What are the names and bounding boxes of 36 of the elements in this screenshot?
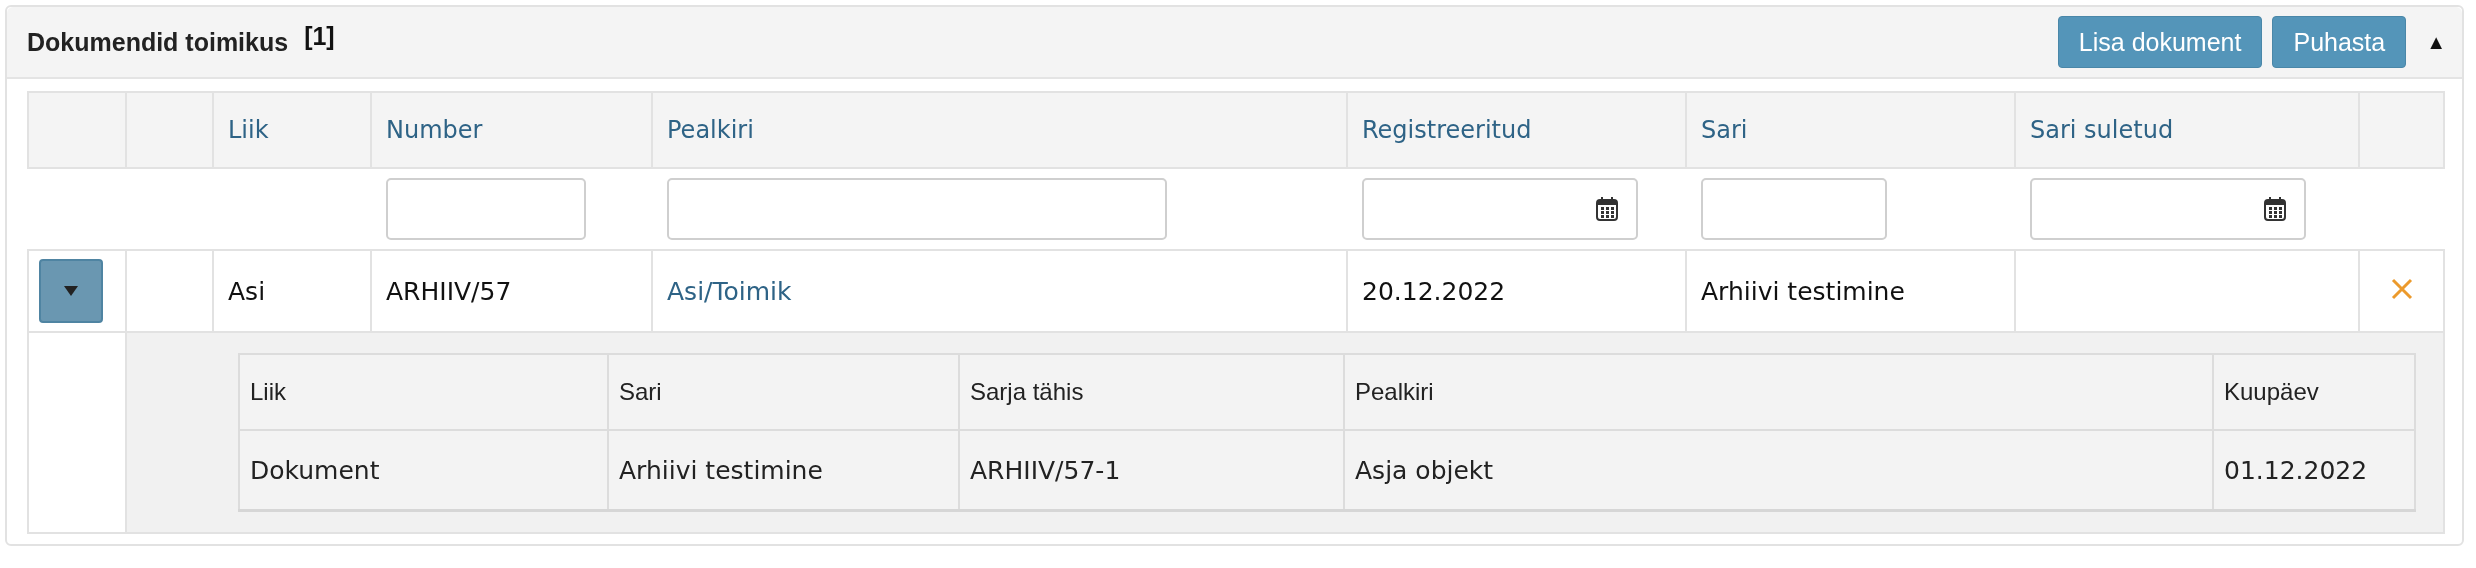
- caret-icon: [64, 285, 78, 297]
- delete-icon[interactable]: [2390, 277, 2413, 300]
- filter-field[interactable]: [667, 178, 1167, 240]
- column-header[interactable]: Number: [386, 116, 483, 144]
- document-count: [1]: [304, 21, 335, 51]
- column-header[interactable]: Liik: [228, 116, 269, 144]
- clear-button[interactable]: Puhasta: [2272, 16, 2407, 68]
- column-header[interactable]: Sari suletud: [2030, 116, 2174, 144]
- table-cell: Arhiivi testimine: [608, 430, 959, 511]
- table-cell: Arhiivi testimine: [1701, 276, 1905, 306]
- calendar-icon[interactable]: [2264, 197, 2286, 221]
- table-cell: Asi: [228, 276, 266, 306]
- table-cell: ARHIIV/57-1: [959, 430, 1344, 511]
- filter-field[interactable]: [386, 178, 586, 240]
- calendar-icon[interactable]: [1596, 197, 1618, 221]
- table-cell: ARHIIV/57: [386, 276, 512, 306]
- date-filter-field[interactable]: [1362, 178, 1638, 240]
- filter-field[interactable]: [1701, 178, 1887, 240]
- table-cell: 20.12.2022: [1362, 276, 1506, 306]
- column-header: Pealkiri: [1344, 354, 2213, 430]
- column-header: Kuupäev: [2213, 354, 2415, 430]
- column-header[interactable]: Sari: [1701, 116, 1748, 144]
- date-filter-field[interactable]: [2030, 178, 2306, 240]
- expand-button[interactable]: [39, 259, 103, 323]
- table-cell: 01.12.2022: [2213, 430, 2415, 511]
- title-link[interactable]: Asi/Toimik: [667, 276, 792, 306]
- column-header: Sarja tähis: [959, 354, 1344, 430]
- add-document-button[interactable]: Lisa dokument: [2057, 16, 2263, 68]
- panel-title: Dokumendid toimikus: [27, 27, 289, 57]
- column-header: Liik: [239, 354, 608, 430]
- table-cell: Asja objekt: [1344, 430, 2213, 511]
- collapse-toggle[interactable]: ▲: [2426, 30, 2446, 54]
- column-header[interactable]: Registreeritud: [1362, 116, 1532, 144]
- column-header[interactable]: Pealkiri: [667, 116, 754, 144]
- column-header: Sari: [608, 354, 959, 430]
- table-cell: Dokument: [239, 430, 608, 511]
